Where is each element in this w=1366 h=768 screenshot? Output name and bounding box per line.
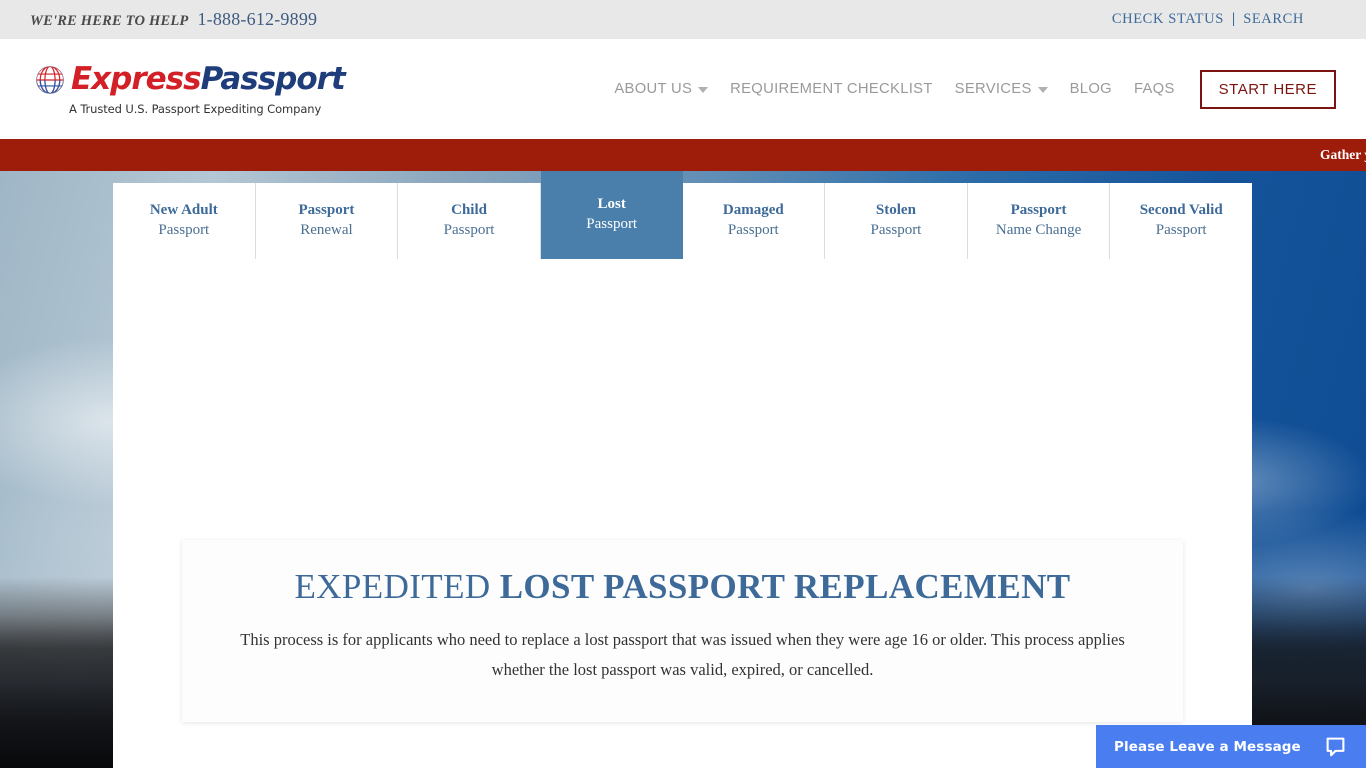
top-utility-bar: WE'RE HERE TO HELP 1-888-612-9899 CHECK … [0, 0, 1366, 39]
tab-line1: Child [451, 202, 487, 219]
tab-lost-passport[interactable]: Lost Passport [540, 171, 683, 259]
tab-line2: Renewal [300, 222, 353, 238]
check-status-link[interactable]: CHECK STATUS [1112, 11, 1224, 28]
intro-card: EXPEDITED LOST PASSPORT REPLACEMENT This… [182, 540, 1183, 722]
logo-wordmark: ExpressPassport [71, 61, 346, 97]
tab-line2: Passport [870, 222, 922, 238]
tab-line1: Stolen [875, 202, 916, 219]
nav-item-services[interactable]: SERVICES [944, 81, 1059, 97]
hero-section: New Adult Passport Passport Renewal Chil… [0, 171, 1366, 768]
logo-passport-text: Passport [200, 61, 346, 97]
tab-line1: Passport [1010, 202, 1067, 219]
tab-damaged-passport[interactable]: Damaged Passport [682, 183, 826, 259]
chat-widget[interactable]: Please Leave a Message [1096, 725, 1366, 768]
tab-passport-name-change[interactable]: Passport Name Change [967, 183, 1111, 259]
tab-line1: Passport [298, 202, 355, 219]
main-navigation: ABOUT US REQUIREMENT CHECKLIST SERVICES … [603, 69, 1336, 109]
tab-second-valid-passport[interactable]: Second Valid Passport [1110, 183, 1252, 259]
site-header: ExpressPassport A Trusted U.S. Passport … [0, 39, 1366, 139]
nav-item-blog[interactable]: BLOG [1059, 81, 1123, 97]
page-title-bold: LOST PASSPORT REPLACEMENT [499, 567, 1071, 606]
logo-express-text: Express [71, 61, 202, 97]
search-link[interactable]: SEARCH [1243, 11, 1304, 28]
nav-item-faqs[interactable]: FAQS [1123, 81, 1186, 97]
tab-stolen-passport[interactable]: Stolen Passport [825, 183, 968, 259]
nav-label-faqs: FAQS [1133, 81, 1175, 97]
page-title-light: EXPEDITED [294, 567, 500, 606]
start-here-button[interactable]: START HERE [1199, 69, 1336, 109]
utility-separator: | [1231, 11, 1236, 27]
globe-icon [36, 65, 64, 94]
chevron-down-icon [698, 87, 709, 93]
nav-label-blog: BLOG [1069, 81, 1112, 97]
nav-label-services: SERVICES [954, 81, 1032, 97]
tab-passport-renewal[interactable]: Passport Renewal [255, 183, 399, 259]
chat-widget-label: Please Leave a Message [1114, 738, 1301, 755]
chevron-down-icon [1037, 87, 1048, 93]
phone-link[interactable]: 1-888-612-9899 [197, 9, 317, 30]
tab-line1: New Adult [149, 202, 218, 219]
logo[interactable]: ExpressPassport A Trusted U.S. Passport … [33, 61, 346, 116]
nav-label-requirement-checklist: REQUIREMENT CHECKLIST [730, 81, 933, 97]
nav-item-requirement-checklist[interactable]: REQUIREMENT CHECKLIST [719, 81, 944, 97]
chat-bubble-icon [1326, 737, 1345, 757]
tab-line2: Passport [1155, 222, 1207, 238]
tab-child-passport[interactable]: Child Passport [398, 183, 541, 259]
passport-service-tabs: New Adult Passport Passport Renewal Chil… [113, 171, 1252, 259]
help-contact-group: WE'RE HERE TO HELP 1-888-612-9899 [30, 9, 317, 30]
intro-description: This process is for applicants who need … [240, 629, 1125, 680]
utility-links: CHECK STATUS | SEARCH [1112, 11, 1304, 28]
logo-subtitle: A Trusted U.S. Passport Expediting Compa… [69, 101, 322, 116]
tab-line2: Passport [586, 216, 638, 232]
announcement-banner-text: Gather y [1320, 147, 1366, 162]
tab-line2: Passport [727, 222, 779, 238]
tab-line2: Passport [158, 222, 210, 238]
tab-line1: Lost [597, 196, 626, 213]
logo-row: ExpressPassport [33, 61, 346, 97]
tab-line2: Name Change [995, 222, 1082, 238]
announcement-banner: Gather y [0, 139, 1366, 171]
tab-new-adult-passport[interactable]: New Adult Passport [113, 183, 256, 259]
tab-line2: Passport [443, 222, 495, 238]
page-title: EXPEDITED LOST PASSPORT REPLACEMENT [212, 567, 1153, 607]
nav-label-about-us: ABOUT US [614, 81, 693, 97]
help-tagline: WE'RE HERE TO HELP [30, 13, 189, 29]
tab-line1: Damaged [722, 202, 784, 219]
nav-item-about-us[interactable]: ABOUT US [603, 81, 719, 97]
tab-line1: Second Valid [1139, 202, 1223, 219]
